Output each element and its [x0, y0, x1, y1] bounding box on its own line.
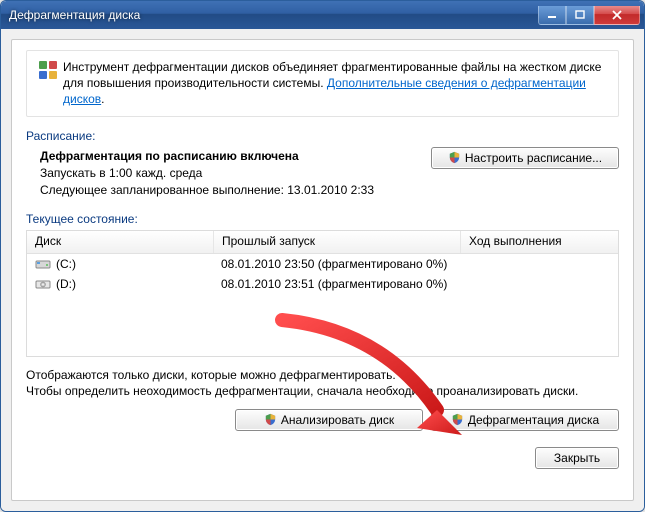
col-disk[interactable]: Диск — [27, 231, 214, 253]
cd-drive-icon — [35, 277, 51, 291]
col-progress[interactable]: Ход выполнения — [461, 231, 618, 253]
analyze-label: Анализировать диск — [281, 413, 394, 427]
col-last-run[interactable]: Прошлый запуск — [214, 231, 461, 253]
schedule-enabled-label: Дефрагментация по расписанию включена — [40, 149, 374, 163]
intro-box: Инструмент дефрагментации дисков объедин… — [26, 50, 619, 117]
table-header: Диск Прошлый запуск Ход выполнения — [27, 231, 618, 254]
analyze-disk-button[interactable]: Анализировать диск — [235, 409, 423, 431]
window-title: Дефрагментация диска — [9, 8, 140, 22]
table-row[interactable]: (C:) 08.01.2010 23:50 (фрагментировано 0… — [27, 254, 618, 274]
configure-schedule-button[interactable]: Настроить расписание... — [431, 147, 619, 169]
disk-label: (D:) — [56, 277, 76, 291]
intro-text: Инструмент дефрагментации дисков объедин… — [63, 59, 608, 108]
note-line2: Чтобы определить неоходимость дефрагмент… — [26, 384, 578, 398]
note-line1: Отображаются только диски, которые можно… — [26, 368, 396, 382]
shield-icon — [264, 413, 277, 427]
close-button[interactable] — [594, 6, 640, 25]
disk-progress — [459, 283, 618, 285]
hdd-icon — [35, 257, 51, 271]
schedule-heading: Расписание: — [26, 129, 619, 143]
close-row: Закрыть — [26, 447, 619, 469]
defrag-app-icon — [37, 59, 53, 73]
defragment-disk-button[interactable]: Дефрагментация диска — [431, 409, 619, 431]
schedule-next-run: Следующее запланированное выполнение: 13… — [40, 183, 374, 197]
minimize-button[interactable] — [538, 6, 566, 25]
maximize-button[interactable] — [566, 6, 594, 25]
schedule-row: Дефрагментация по расписанию включена За… — [26, 147, 619, 200]
disk-last-run: 08.01.2010 23:51 (фрагментировано 0%) — [213, 276, 459, 292]
content-panel: Инструмент дефрагментации дисков объедин… — [11, 39, 634, 501]
footer-note: Отображаются только диски, которые можно… — [26, 367, 619, 399]
close-dialog-button[interactable]: Закрыть — [535, 447, 619, 469]
shield-icon — [448, 151, 461, 165]
window-controls — [538, 6, 644, 25]
defrag-label: Дефрагментация диска — [468, 413, 599, 427]
window-frame: Дефрагментация диска — [0, 0, 645, 512]
shield-icon — [451, 413, 464, 427]
disk-table: Диск Прошлый запуск Ход выполнения (C:) … — [26, 230, 619, 357]
titlebar[interactable]: Дефрагментация диска — [1, 1, 644, 29]
disk-progress — [459, 263, 618, 265]
disk-label: (C:) — [56, 257, 76, 271]
current-state-heading: Текущее состояние: — [26, 212, 619, 226]
configure-schedule-label: Настроить расписание... — [465, 151, 602, 165]
schedule-info: Дефрагментация по расписанию включена За… — [26, 147, 374, 200]
disk-last-run: 08.01.2010 23:50 (фрагментировано 0%) — [213, 256, 459, 272]
schedule-run-at: Запускать в 1:00 кажд. среда — [40, 166, 374, 180]
action-buttons: Анализировать диск Дефрагментация диска — [26, 409, 619, 431]
window-body: Инструмент дефрагментации дисков объедин… — [1, 29, 644, 511]
table-row[interactable]: (D:) 08.01.2010 23:51 (фрагментировано 0… — [27, 274, 618, 294]
